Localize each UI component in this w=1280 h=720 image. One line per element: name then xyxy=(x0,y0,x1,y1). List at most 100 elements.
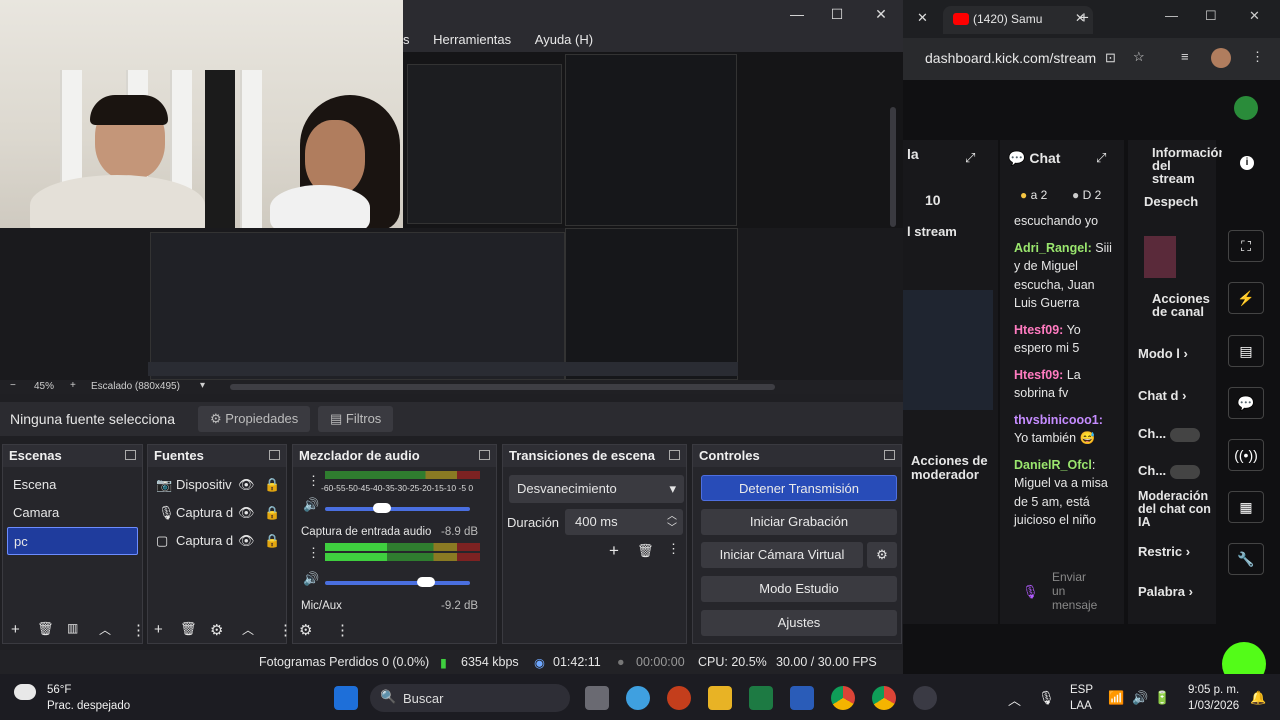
star-icon[interactable]: ☆ xyxy=(1133,49,1145,65)
chat-input[interactable]: Enviar un mensaje xyxy=(1052,570,1102,612)
chat-icon[interactable]: 💬 xyxy=(1228,387,1264,419)
more-icon[interactable]: ⋮ xyxy=(335,621,350,639)
virtual-camera-button[interactable]: Iniciar Cámara Virtual xyxy=(701,542,863,568)
preview-scrollbar[interactable] xyxy=(890,107,896,227)
more-icon[interactable]: ⋮ xyxy=(667,541,680,557)
weather-icon[interactable] xyxy=(14,684,36,700)
eye-icon[interactable]: 👁 xyxy=(238,499,255,527)
document-icon[interactable]: ▤ xyxy=(1228,335,1264,367)
mic-icon[interactable]: 🎙 xyxy=(1038,690,1055,706)
add-icon[interactable]: + xyxy=(154,621,163,638)
properties-button[interactable]: ⚙ Propiedades xyxy=(198,406,311,432)
gear-icon[interactable]: ⚙ xyxy=(210,621,223,639)
toggle-row[interactable]: Ch... xyxy=(1138,426,1200,442)
menu-item[interactable]: s xyxy=(403,28,410,52)
undock-icon[interactable] xyxy=(269,450,280,460)
weather-desc[interactable]: Prac. despejado xyxy=(47,700,130,712)
trash-icon[interactable]: 🗑 xyxy=(180,621,197,637)
add-icon[interactable]: + xyxy=(609,541,619,561)
battery-icon[interactable]: 🔋 xyxy=(1154,690,1170,706)
scale-dropdown-icon[interactable]: ▾ xyxy=(200,380,205,391)
fullscreen-icon[interactable]: ⛶ xyxy=(1228,230,1264,262)
excel-icon[interactable] xyxy=(749,686,773,710)
transition-select[interactable]: Desvanecimiento ▾ xyxy=(509,475,684,503)
language-layout[interactable]: LAA xyxy=(1070,700,1092,712)
volume-icon[interactable]: 🔊 xyxy=(1132,690,1148,706)
close-icon[interactable]: ✕ xyxy=(871,4,891,24)
word-icon[interactable] xyxy=(790,686,814,710)
speaker-icon[interactable]: 🔊 xyxy=(303,497,319,513)
horizontal-scrollbar[interactable] xyxy=(230,384,775,390)
undock-icon[interactable] xyxy=(479,450,490,460)
minimize-icon[interactable]: — xyxy=(1165,8,1178,23)
taskbar-search[interactable]: 🔍 Buscar xyxy=(370,684,570,712)
source-item[interactable]: 🎙 Captura d 👁 🔒 xyxy=(148,499,286,527)
lock-icon[interactable]: 🔒 xyxy=(264,471,280,499)
source-item[interactable]: ▢ Captura d 👁 🔒 xyxy=(148,527,286,555)
mic-icon[interactable]: 🎙 xyxy=(1022,584,1039,600)
add-icon[interactable]: + xyxy=(11,621,20,638)
wifi-icon[interactable]: 📶 xyxy=(1108,690,1124,706)
avatar[interactable] xyxy=(1211,48,1231,68)
volume-slider[interactable] xyxy=(325,581,470,585)
gear-icon[interactable]: ⚙ xyxy=(867,542,897,568)
source-item[interactable]: 📷 Dispositiv 👁 🔒 xyxy=(148,471,286,499)
stop-stream-button[interactable]: Detener Transmisión xyxy=(701,475,897,501)
eye-icon[interactable]: 👁 xyxy=(238,527,255,555)
filters-button[interactable]: ▤ Filtros xyxy=(318,406,394,432)
scene-item[interactable]: Escena xyxy=(3,471,142,499)
more-icon[interactable]: ⋮ xyxy=(278,621,293,639)
mode-row[interactable]: Modo l › xyxy=(1138,346,1188,361)
restrict-row[interactable]: Restric › xyxy=(1138,544,1190,559)
weather-temp[interactable]: 56°F xyxy=(47,684,71,696)
chevron-up-icon[interactable]: ︿ xyxy=(99,621,111,638)
clock-date[interactable]: 1/03/2026 xyxy=(1188,700,1239,712)
expand-icon[interactable]: ⤢ xyxy=(1096,150,1106,166)
file-explorer-icon[interactable] xyxy=(708,686,732,710)
broadcast-icon[interactable]: ((•)) xyxy=(1228,439,1264,471)
chevron-up-icon[interactable]: ︿ xyxy=(242,621,254,638)
volume-handle[interactable] xyxy=(373,503,391,513)
clock-time[interactable]: 9:05 p. m. xyxy=(1188,684,1239,696)
url-field[interactable]: dashboard.kick.com/stream xyxy=(925,50,1096,66)
eye-icon[interactable]: 👁 xyxy=(238,471,255,499)
more-icon[interactable]: ⋮ xyxy=(307,473,320,489)
notification-icon[interactable]: 🔔 xyxy=(1250,690,1266,706)
zoom-minus-icon[interactable]: − xyxy=(10,380,16,391)
scene-item[interactable]: Camara xyxy=(3,499,142,527)
volume-handle[interactable] xyxy=(417,577,435,587)
info-icon[interactable]: i xyxy=(1240,156,1254,170)
more-icon[interactable]: ⋮ xyxy=(131,621,146,639)
close-tab-icon[interactable]: ✕ xyxy=(917,10,928,26)
speaker-icon[interactable]: 🔊 xyxy=(303,571,319,587)
profile-icon[interactable] xyxy=(1234,96,1258,120)
chrome-icon[interactable] xyxy=(872,686,896,710)
undock-icon[interactable] xyxy=(125,450,136,460)
start-recording-button[interactable]: Iniciar Grabación xyxy=(701,509,897,535)
undock-icon[interactable] xyxy=(669,450,680,460)
trash-icon[interactable]: 🗑 xyxy=(637,543,654,559)
studio-mode-button[interactable]: Modo Estudio xyxy=(701,576,897,602)
undock-icon[interactable] xyxy=(884,450,895,460)
more-icon[interactable]: ⋮ xyxy=(307,545,320,561)
language-code[interactable]: ESP xyxy=(1070,684,1093,696)
lock-icon[interactable]: 🔒 xyxy=(264,499,280,527)
toggle-switch[interactable] xyxy=(1169,464,1200,479)
copilot-icon[interactable] xyxy=(626,686,650,710)
task-view-icon[interactable] xyxy=(585,686,609,710)
browser-tab[interactable]: (1420) Samu ✕ xyxy=(943,6,1093,34)
toggle-row[interactable]: Ch... xyxy=(1138,463,1200,479)
close-icon[interactable]: ✕ xyxy=(1249,8,1260,24)
lightning-icon[interactable]: ⚡ xyxy=(1228,282,1264,314)
words-row[interactable]: Palabra › xyxy=(1138,584,1193,599)
screencast-icon[interactable]: ⊡ xyxy=(1105,50,1116,66)
volume-slider[interactable] xyxy=(325,507,470,511)
layout-icon[interactable]: ▦ xyxy=(1228,491,1264,523)
zoom-plus-icon[interactable]: + xyxy=(70,380,76,391)
chevron-up-icon[interactable]: ︿ xyxy=(1008,690,1021,709)
filter-icon[interactable]: ▥ xyxy=(67,621,78,635)
lock-icon[interactable]: 🔒 xyxy=(264,527,280,555)
extensions-icon[interactable]: ≡ xyxy=(1181,49,1189,64)
menu-item-tools[interactable]: Herramientas xyxy=(433,28,511,52)
maximize-icon[interactable]: ☐ xyxy=(1205,8,1217,24)
